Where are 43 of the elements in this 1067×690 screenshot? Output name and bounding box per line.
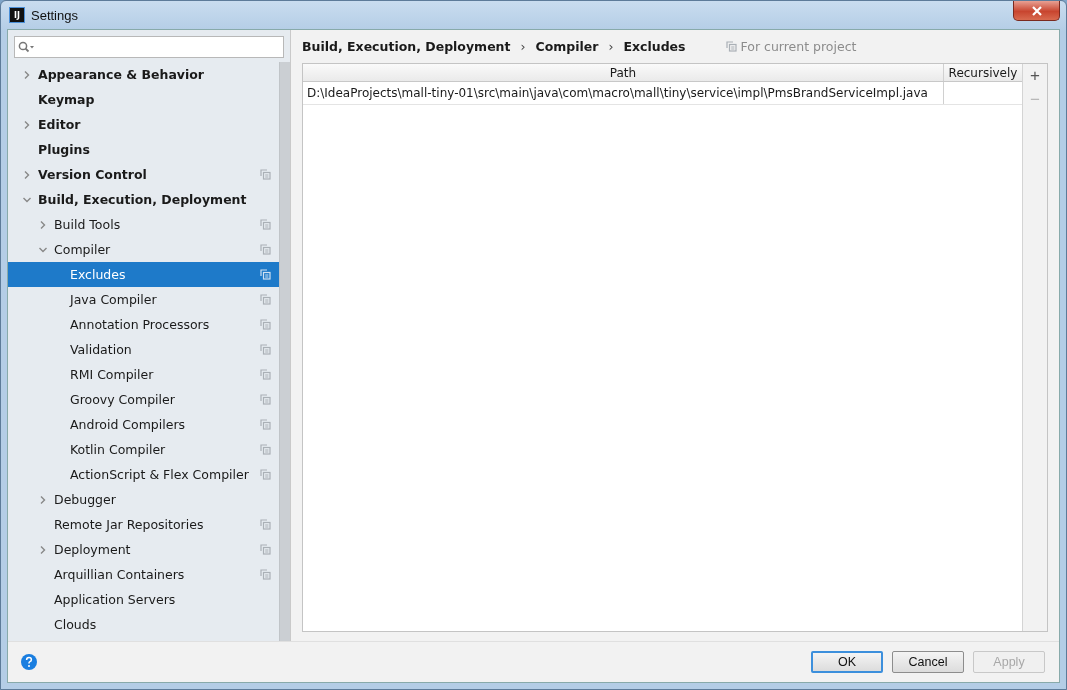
- tree-item[interactable]: Plugins: [8, 137, 279, 162]
- tree-item[interactable]: Deployment: [8, 537, 279, 562]
- tree-item[interactable]: Editor: [8, 112, 279, 137]
- help-icon[interactable]: [21, 654, 37, 670]
- add-button[interactable]: +: [1025, 64, 1045, 88]
- tree-item[interactable]: Build, Execution, Deployment: [8, 187, 279, 212]
- tree-item[interactable]: Arquillian Containers: [8, 562, 279, 587]
- tree-item[interactable]: Excludes: [8, 262, 279, 287]
- tree-item[interactable]: Clouds: [8, 612, 279, 637]
- tree-item[interactable]: Annotation Processors: [8, 312, 279, 337]
- tree-item[interactable]: Application Servers: [8, 587, 279, 612]
- search-field[interactable]: [14, 36, 284, 58]
- breadcrumb-item: Compiler: [535, 39, 599, 54]
- tree-item[interactable]: Compiler: [8, 237, 279, 262]
- copy-icon: [725, 41, 737, 52]
- tree-item[interactable]: Validation: [8, 337, 279, 362]
- close-button[interactable]: [1013, 1, 1060, 21]
- breadcrumb-item: Excludes: [623, 39, 686, 54]
- tree-item[interactable]: Build Tools: [8, 212, 279, 237]
- tree-item[interactable]: Android Compilers: [8, 412, 279, 437]
- tree-item[interactable]: RMI Compiler: [8, 362, 279, 387]
- tree-item[interactable]: Debugger: [8, 487, 279, 512]
- tree-item[interactable]: Java Compiler: [8, 287, 279, 312]
- breadcrumb-separator: ›: [608, 39, 614, 54]
- tree-item[interactable]: Kotlin Compiler: [8, 437, 279, 462]
- tree-item[interactable]: Version Control: [8, 162, 279, 187]
- tree-item[interactable]: Groovy Compiler: [8, 387, 279, 412]
- search-icon: [18, 41, 36, 53]
- tree-item[interactable]: Keymap: [8, 87, 279, 112]
- tree-item[interactable]: Remote Jar Repositories: [8, 512, 279, 537]
- breadcrumb-separator: ›: [520, 39, 526, 54]
- close-icon: [1030, 5, 1043, 16]
- tree-item[interactable]: ActionScript & Flex Compiler: [8, 462, 279, 487]
- column-header[interactable]: Recursively: [943, 64, 1022, 81]
- cancel-button[interactable]: Cancel: [892, 651, 964, 673]
- window-title: Settings: [31, 7, 78, 23]
- breadcrumb-item: Build, Execution, Deployment: [302, 39, 511, 54]
- scope-note: For current project: [740, 39, 857, 54]
- tree-item[interactable]: Appearance & Behavior: [8, 62, 279, 87]
- ok-button[interactable]: OK: [811, 651, 883, 673]
- app-icon: IJ: [9, 7, 25, 23]
- table-cell[interactable]: D:\IdeaProjects\mall-tiny-01\src\main\java\com\macro\mall\tiny\service\impl\PmsBrandServiceImpl.java: [303, 82, 943, 104]
- column-header[interactable]: Path: [303, 64, 943, 81]
